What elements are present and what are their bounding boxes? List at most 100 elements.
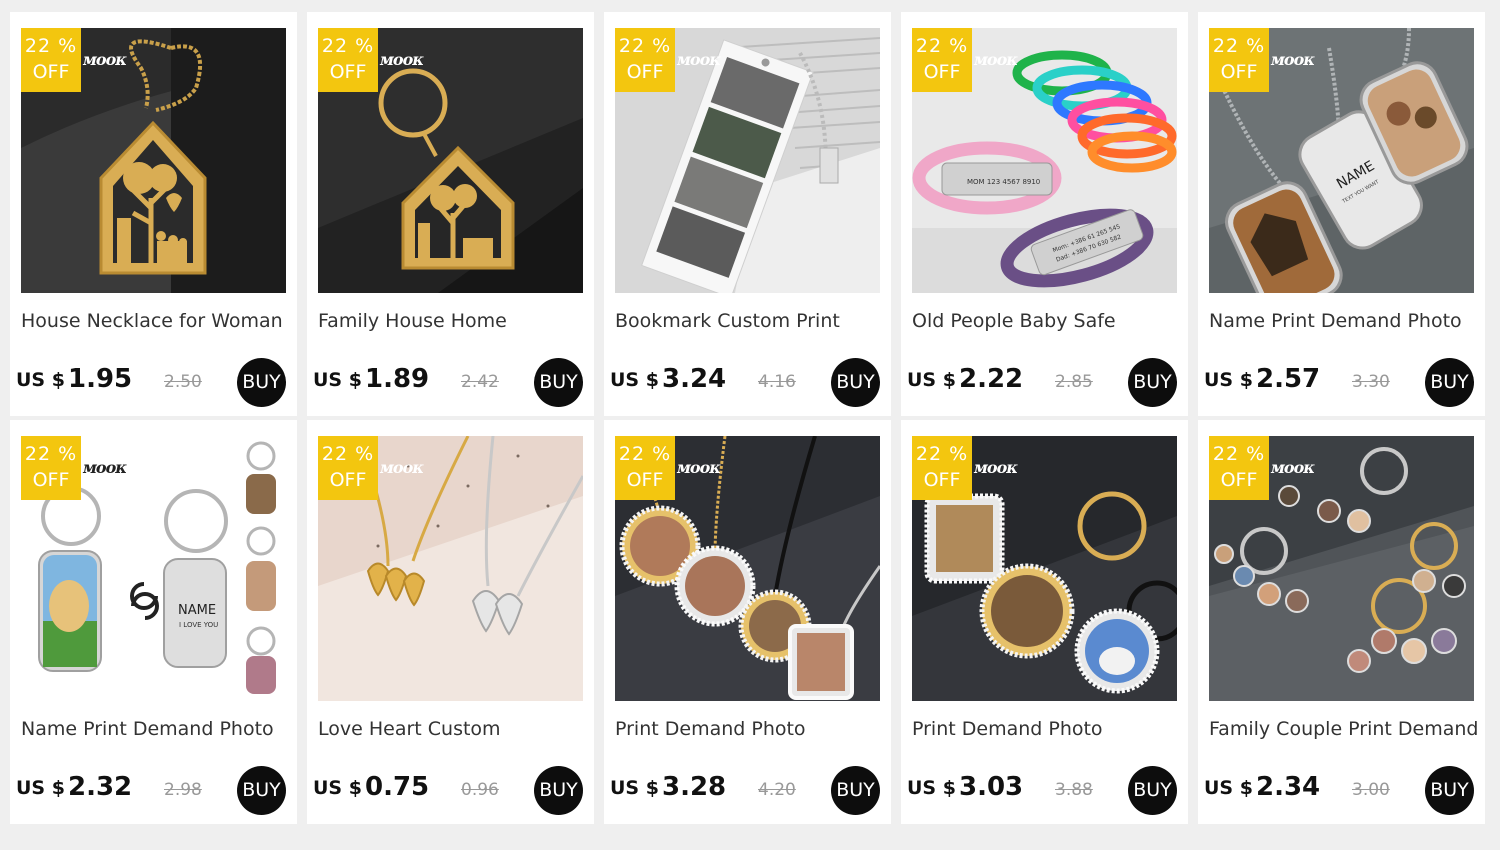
brand-logo: ᴍᴏᴏᴋ — [83, 50, 127, 69]
brand-logo: ᴍᴏᴏᴋ — [974, 458, 1018, 477]
discount-off-label: OFF — [626, 469, 664, 491]
original-price: 0.96 — [461, 780, 499, 800]
product-title[interactable]: Print Demand Photo — [912, 718, 1182, 740]
product-image[interactable]: 22 % OFF ᴍᴏᴏᴋ — [318, 28, 583, 293]
product-card[interactable]: 22 % OFF ᴍᴏᴏᴋ Love Heart Custom US $ 0.7… — [307, 420, 594, 824]
buy-button[interactable]: BUY — [831, 358, 880, 407]
product-title[interactable]: Name Print Demand Photo — [1209, 310, 1479, 332]
product-image[interactable]: 22 % OFF ᴍᴏᴏᴋ — [615, 436, 880, 701]
discount-percent: 22 % — [1212, 443, 1266, 465]
product-card[interactable]: 22 % OFF ᴍᴏᴏᴋ Family Couple Print Demand… — [1198, 420, 1485, 824]
discount-off-label: OFF — [1220, 61, 1258, 83]
sale-price: 2.32 — [68, 772, 133, 802]
discount-percent: 22 % — [618, 443, 672, 465]
buy-button[interactable]: BUY — [534, 358, 583, 407]
discount-off-label: OFF — [626, 61, 664, 83]
product-card[interactable]: 22 % OFF ᴍᴏᴏᴋ House Necklace for Woman U… — [10, 12, 297, 416]
bracelet-engraving: MOM 123 4567 8910 — [967, 178, 1040, 186]
product-image[interactable]: 22 % OFF ᴍᴏᴏᴋ — [912, 436, 1177, 701]
product-card[interactable]: 22 % OFF ᴍᴏᴏᴋ Print Demand Photo US $ 3.… — [901, 420, 1188, 824]
sale-price: 3.03 — [959, 772, 1024, 802]
discount-off-label: OFF — [32, 61, 70, 83]
product-title[interactable]: House Necklace for Woman — [21, 310, 291, 332]
discount-badge: 22 % OFF — [21, 28, 81, 92]
buy-button[interactable]: BUY — [1425, 766, 1474, 815]
product-image[interactable]: 22 % OFF ᴍᴏᴏᴋ — [615, 28, 880, 293]
product-card[interactable]: MOM 123 4567 8910 Mom: +386 61 265 545 D… — [901, 12, 1188, 416]
currency-label: US $ — [907, 777, 956, 799]
original-price: 2.50 — [164, 372, 202, 392]
sale-price: 3.28 — [662, 772, 727, 802]
discount-badge: 22 % OFF — [318, 28, 378, 92]
currency-label: US $ — [610, 369, 659, 391]
original-price: 4.20 — [758, 780, 796, 800]
discount-percent: 22 % — [321, 35, 375, 57]
product-card[interactable]: NAME I LOVE YOU 22 % OFF ᴍᴏᴏᴋ Name Print… — [10, 420, 297, 824]
product-title[interactable]: Family Couple Print Demand — [1209, 718, 1479, 740]
sale-price: 2.22 — [959, 364, 1024, 394]
product-image[interactable]: 22 % OFF ᴍᴏᴏᴋ — [21, 28, 286, 293]
discount-percent: 22 % — [24, 35, 78, 57]
brand-logo: ᴍᴏᴏᴋ — [83, 458, 127, 477]
discount-percent: 22 % — [915, 35, 969, 57]
product-image[interactable]: NAME I LOVE YOU 22 % OFF ᴍᴏᴏᴋ — [21, 436, 286, 701]
product-title[interactable]: Family House Home — [318, 310, 588, 332]
brand-logo: ᴍᴏᴏᴋ — [1271, 458, 1315, 477]
buy-button[interactable]: BUY — [831, 766, 880, 815]
brand-logo: ᴍᴏᴏᴋ — [677, 50, 721, 69]
product-card[interactable]: 22 % OFF ᴍᴏᴏᴋ Bookmark Custom Print US $… — [604, 12, 891, 416]
discount-badge: 22 % OFF — [912, 28, 972, 92]
product-image[interactable]: 22 % OFF ᴍᴏᴏᴋ — [318, 436, 583, 701]
discount-badge: 22 % OFF — [615, 436, 675, 500]
product-title[interactable]: Old People Baby Safe — [912, 310, 1182, 332]
keytag-engraving: NAME — [178, 603, 216, 618]
buy-button[interactable]: BUY — [534, 766, 583, 815]
original-price: 3.30 — [1352, 372, 1390, 392]
original-price: 3.88 — [1055, 780, 1093, 800]
discount-percent: 22 % — [915, 443, 969, 465]
original-price: 3.00 — [1352, 780, 1390, 800]
product-card[interactable]: 22 % OFF ᴍᴏᴏᴋ Print Demand Photo US $ 3.… — [604, 420, 891, 824]
brand-logo: ᴍᴏᴏᴋ — [380, 50, 424, 69]
currency-label: US $ — [16, 777, 65, 799]
discount-badge: 22 % OFF — [615, 28, 675, 92]
currency-label: US $ — [610, 777, 659, 799]
buy-button[interactable]: BUY — [237, 766, 286, 815]
keytag-engraving: I LOVE YOU — [179, 621, 218, 629]
discount-badge: 22 % OFF — [1209, 28, 1269, 92]
discount-badge: 22 % OFF — [318, 436, 378, 500]
original-price: 2.85 — [1055, 372, 1093, 392]
currency-label: US $ — [907, 369, 956, 391]
product-title[interactable]: Love Heart Custom — [318, 718, 588, 740]
discount-badge: 22 % OFF — [21, 436, 81, 500]
product-grid: 22 % OFF ᴍᴏᴏᴋ House Necklace for Woman U… — [0, 0, 1500, 850]
sale-price: 3.24 — [662, 364, 727, 394]
product-image[interactable]: MOM 123 4567 8910 Mom: +386 61 265 545 D… — [912, 28, 1177, 293]
discount-badge: 22 % OFF — [1209, 436, 1269, 500]
discount-off-label: OFF — [923, 469, 961, 491]
product-title[interactable]: Name Print Demand Photo — [21, 718, 291, 740]
discount-off-label: OFF — [329, 61, 367, 83]
buy-button[interactable]: BUY — [1128, 766, 1177, 815]
product-image[interactable]: NAME TEXT YOU WANT 22 % OFF ᴍᴏᴏᴋ — [1209, 28, 1474, 293]
discount-percent: 22 % — [618, 35, 672, 57]
sale-price: 2.34 — [1256, 772, 1321, 802]
product-card[interactable]: 22 % OFF ᴍᴏᴏᴋ Family House Home US $ 1.8… — [307, 12, 594, 416]
buy-button[interactable]: BUY — [1128, 358, 1177, 407]
buy-button[interactable]: BUY — [1425, 358, 1474, 407]
discount-percent: 22 % — [1212, 35, 1266, 57]
product-image[interactable]: 22 % OFF ᴍᴏᴏᴋ — [1209, 436, 1474, 701]
sale-price: 2.57 — [1256, 364, 1321, 394]
sale-price: 1.89 — [365, 364, 430, 394]
discount-percent: 22 % — [24, 443, 78, 465]
product-card[interactable]: NAME TEXT YOU WANT 22 % OFF ᴍᴏᴏᴋ Name Pr… — [1198, 12, 1485, 416]
brand-logo: ᴍᴏᴏᴋ — [1271, 50, 1315, 69]
brand-logo: ᴍᴏᴏᴋ — [677, 458, 721, 477]
buy-button[interactable]: BUY — [237, 358, 286, 407]
currency-label: US $ — [1204, 777, 1253, 799]
original-price: 2.42 — [461, 372, 499, 392]
product-title[interactable]: Print Demand Photo — [615, 718, 885, 740]
original-price: 2.98 — [164, 780, 202, 800]
product-title[interactable]: Bookmark Custom Print — [615, 310, 885, 332]
original-price: 4.16 — [758, 372, 796, 392]
